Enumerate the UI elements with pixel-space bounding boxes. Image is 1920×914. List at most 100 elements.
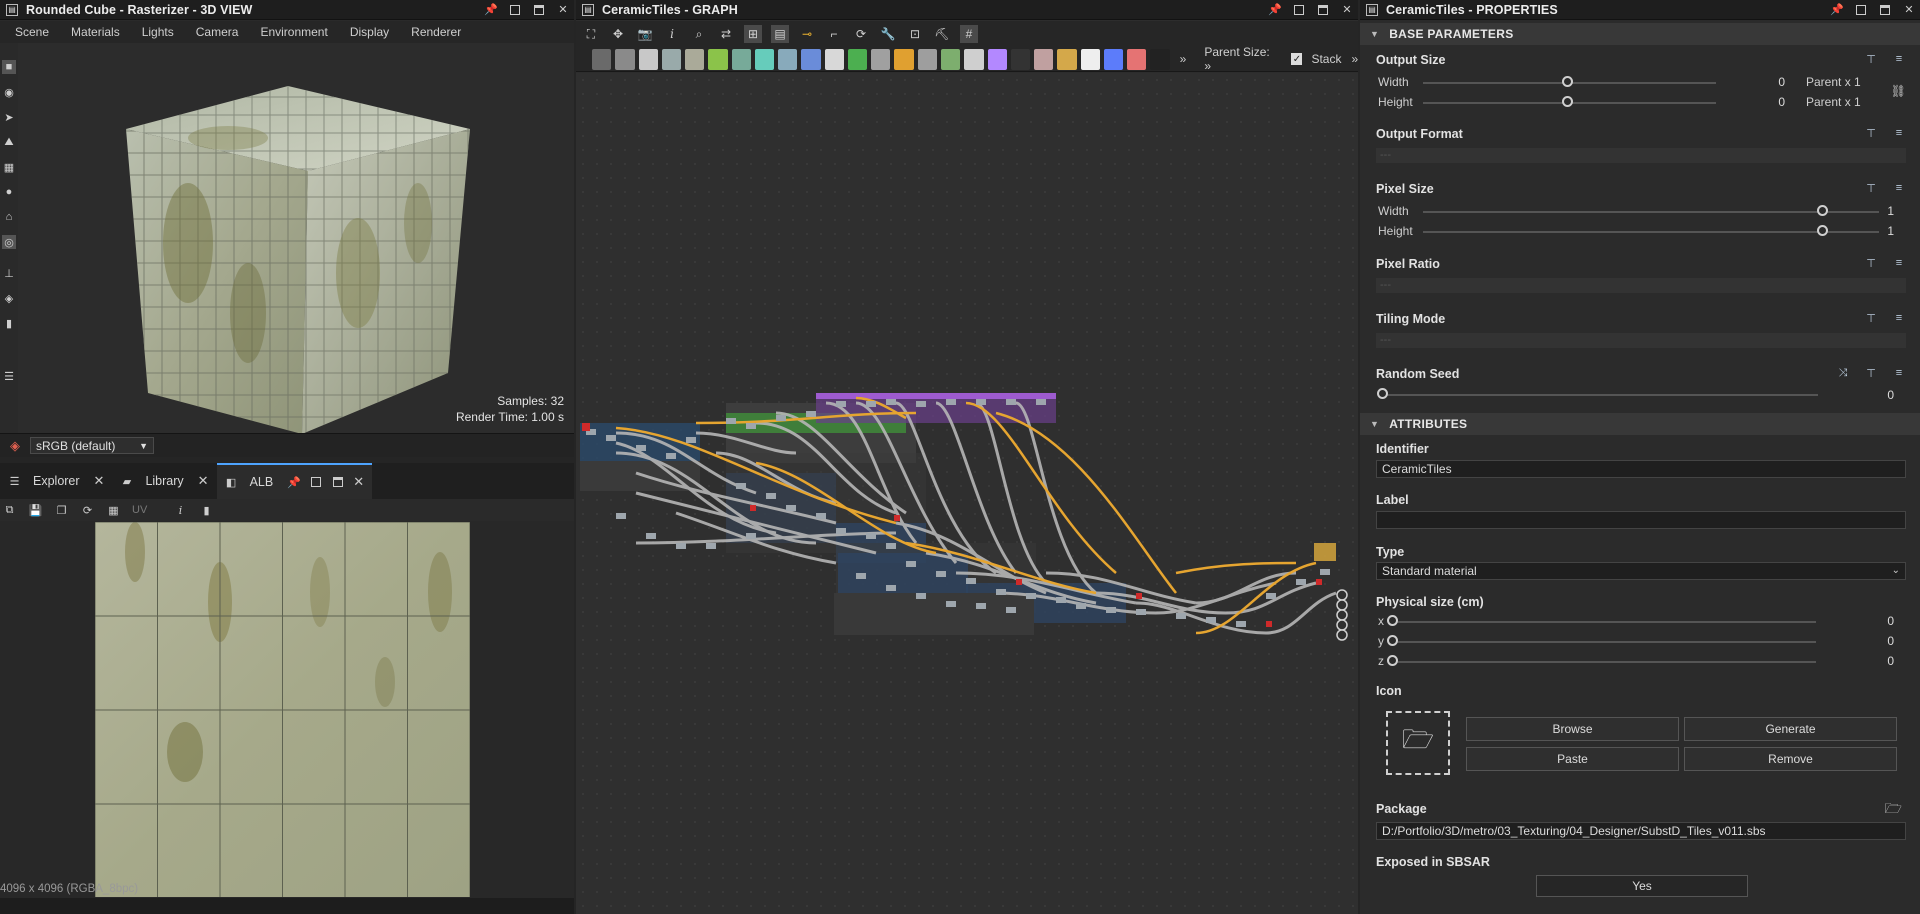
environment-icon[interactable]: ⛰ (2, 135, 16, 149)
graph-node[interactable] (866, 401, 876, 407)
output-height-value[interactable]: 0 (1740, 95, 1785, 109)
graph-node[interactable] (666, 453, 676, 459)
graph-node[interactable] (686, 437, 696, 443)
physical-x-slider[interactable] (1392, 621, 1816, 623)
graph-node[interactable] (1076, 603, 1086, 609)
float-icon[interactable] (1292, 2, 1306, 17)
connect-icon[interactable]: ⇄ (717, 25, 735, 43)
graph-node[interactable] (1236, 621, 1246, 627)
attributes-header[interactable]: ▼ ATTRIBUTES (1360, 413, 1920, 435)
node-library-item[interactable] (894, 48, 914, 70)
hierarchy-icon[interactable]: ⊤ (1864, 311, 1878, 325)
graph-node[interactable] (1136, 609, 1146, 615)
more-options-button[interactable]: » (1351, 52, 1358, 66)
graph-node[interactable] (736, 483, 746, 489)
node-library-item[interactable] (964, 48, 984, 70)
graph-node[interactable] (746, 423, 756, 429)
node-library-item[interactable] (1127, 48, 1147, 70)
close-icon[interactable]: ✕ (556, 2, 570, 17)
shuffle-icon[interactable]: ⤨ (1836, 366, 1850, 380)
graph-node[interactable] (996, 589, 1006, 595)
maximize-icon[interactable] (331, 475, 345, 490)
node-library-item[interactable] (615, 48, 635, 70)
2d-viewport[interactable]: 4096 x 4096 (RGBA_8bpc) (0, 521, 574, 898)
graph-node[interactable] (886, 585, 896, 591)
tab-alb[interactable]: ◧ ALB 📌 ✕ (216, 463, 373, 499)
graph-node[interactable] (1320, 569, 1330, 575)
graph-node[interactable] (676, 543, 686, 549)
random-seed-value[interactable]: 0 (1840, 388, 1894, 402)
pixel-width-slider[interactable] (1423, 211, 1879, 213)
icon-slot[interactable]: 🗁 (1386, 711, 1450, 775)
node-library-item[interactable] (917, 48, 937, 70)
generate-button[interactable]: Generate (1684, 717, 1897, 741)
type-dropdown[interactable]: Standard material ⌄ (1376, 562, 1906, 580)
tree-icon[interactable]: ☰ (2, 369, 16, 383)
graph-node[interactable] (786, 505, 796, 511)
output-height-knob[interactable] (1562, 96, 1573, 107)
node-library-item[interactable] (824, 48, 844, 70)
node-library-item[interactable] (1080, 48, 1100, 70)
hierarchy-icon[interactable]: ⊤ (1864, 52, 1878, 66)
info-icon[interactable]: i (173, 503, 188, 518)
physical-x-value[interactable]: 0 (1840, 614, 1894, 628)
statistics-icon[interactable]: ▮ (2, 316, 16, 330)
float-icon[interactable] (1854, 2, 1868, 17)
node-library-item[interactable] (778, 48, 798, 70)
graph-node[interactable] (856, 573, 866, 579)
graph-node[interactable] (1206, 617, 1216, 623)
colorspace-select[interactable]: sRGB (default) ▼ (30, 437, 154, 454)
wrench-icon[interactable]: 🔧 (879, 25, 897, 43)
pin-icon[interactable]: 📌 (287, 475, 301, 490)
list-menu-icon[interactable]: ≡ (1892, 126, 1906, 140)
node-library-item[interactable] (1103, 48, 1124, 70)
node-library-item[interactable] (940, 48, 961, 70)
screenshot-icon[interactable]: ◎ (2, 235, 16, 249)
graph-node[interactable] (906, 561, 916, 567)
hierarchy-icon[interactable]: ⊤ (1864, 126, 1878, 140)
physical-z-knob[interactable] (1387, 655, 1398, 666)
package-path[interactable]: D:/Portfolio/3D/metro/03_Texturing/04_De… (1376, 822, 1906, 840)
link-icon[interactable]: ⛓ (1891, 84, 1906, 98)
tab-explorer[interactable]: ☰ Explorer ✕ (0, 463, 112, 499)
snapshot-icon[interactable]: 📷 (636, 25, 654, 43)
menu-scene[interactable]: Scene (4, 25, 60, 39)
duplicate-icon[interactable]: ❐ (54, 503, 69, 518)
remove-button[interactable]: Remove (1684, 747, 1897, 771)
hierarchy-icon[interactable]: ⊤ (1864, 256, 1878, 270)
pixel-width-value[interactable]: 1 (1840, 204, 1894, 218)
node-library-item[interactable] (1034, 48, 1054, 70)
graph-node[interactable] (706, 543, 716, 549)
uv-toggle[interactable]: UV (132, 504, 162, 516)
graph-node[interactable] (886, 543, 896, 549)
menu-camera[interactable]: Camera (185, 25, 250, 39)
more-nodes-button[interactable]: » (1180, 52, 1187, 66)
grid-snap-icon[interactable]: # (960, 25, 978, 43)
node-library-item[interactable] (661, 48, 682, 70)
tab-library[interactable]: ▰ Library ✕ (112, 463, 216, 499)
hierarchy-icon[interactable]: ⊤ (1864, 366, 1878, 380)
graph-node[interactable] (1106, 607, 1116, 613)
graph-node[interactable] (946, 399, 956, 405)
3d-viewport[interactable]: Samples: 32 Render Time: 1.00 s (18, 43, 574, 433)
close-icon[interactable]: ✕ (1340, 2, 1354, 17)
graph-node[interactable] (976, 399, 986, 405)
node-library-item[interactable] (685, 48, 705, 70)
graph-node[interactable] (866, 533, 876, 539)
pin-icon[interactable]: 📌 (1268, 2, 1282, 17)
search-icon[interactable]: ⌕ (690, 25, 708, 43)
menu-materials[interactable]: Materials (60, 25, 131, 39)
graph-node[interactable] (746, 533, 756, 539)
light-bulb-icon[interactable]: ◉ (2, 85, 16, 99)
gradient-icon[interactable]: ▦ (2, 160, 16, 174)
move-icon[interactable]: ✥ (609, 25, 627, 43)
refresh-graph-icon[interactable]: ⟳ (852, 25, 870, 43)
graph-node[interactable] (886, 399, 896, 405)
info-icon[interactable]: i (663, 25, 681, 43)
maximize-icon[interactable] (1316, 2, 1330, 17)
link-icon[interactable]: ⊸ (798, 25, 816, 43)
close-icon[interactable]: ✕ (1902, 2, 1916, 17)
close-icon[interactable]: ✕ (353, 474, 364, 490)
node-library-item[interactable] (1150, 48, 1170, 70)
layout-icon[interactable]: ▤ (771, 25, 789, 43)
